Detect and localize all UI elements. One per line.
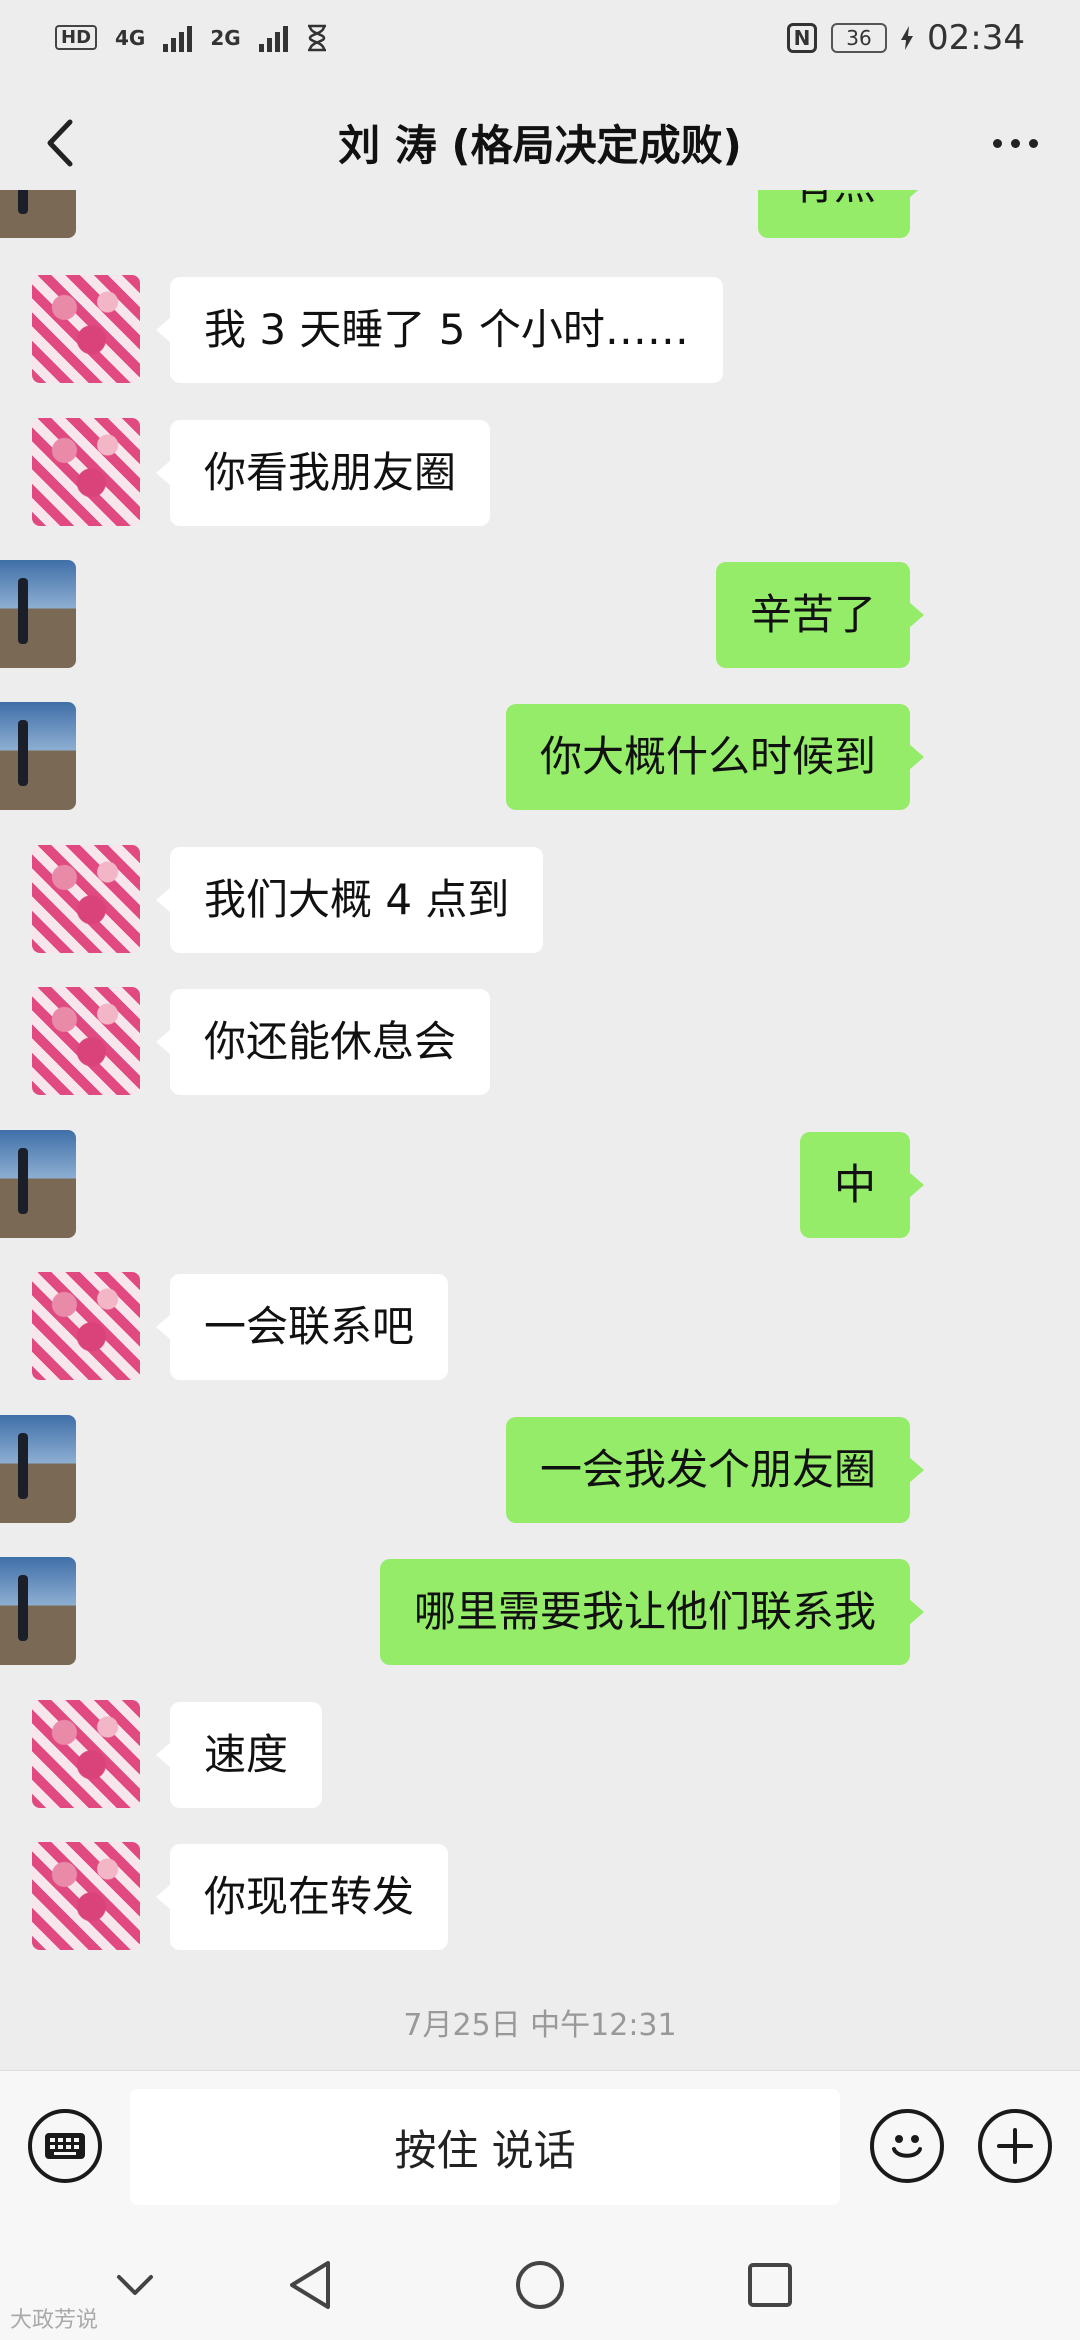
chat-title: 刘 涛 (格局决定成败): [338, 121, 742, 170]
more-dots-icon: [992, 138, 1038, 148]
my-avatar[interactable]: [0, 1130, 76, 1238]
message-bubble-contact[interactable]: 我们大概 4 点到: [155, 847, 544, 953]
network-2g-label: 2G: [210, 25, 241, 50]
nav-back-button[interactable]: [280, 2255, 340, 2315]
my-avatar[interactable]: [0, 190, 76, 238]
my-avatar[interactable]: [0, 1557, 76, 1665]
message-row: 我们大概 4 点到: [0, 845, 1080, 955]
contact-avatar[interactable]: [32, 987, 140, 1095]
signal-icon: [163, 24, 193, 52]
status-right: N 36 02:34: [787, 18, 1025, 58]
message-bubble-own[interactable]: 哪里需要我让他们联系我: [379, 1559, 925, 1665]
nav-recents-button[interactable]: [740, 2255, 800, 2315]
battery-icon: 36: [831, 22, 888, 53]
message-row: 你现在转发: [0, 1842, 1080, 1952]
system-nav-bar: 大政芳说: [0, 2230, 1080, 2340]
message-bubble-contact[interactable]: 我 3 天睡了 5 个小时……: [156, 277, 723, 383]
message-bubble-contact[interactable]: 你看我朋友圈: [155, 420, 491, 526]
nav-home-icon: [516, 2261, 564, 2309]
message-bubble-own[interactable]: 中: [799, 1132, 925, 1238]
contact-avatar[interactable]: [32, 1700, 140, 1808]
network-4g-label: 4G: [115, 25, 146, 50]
message-bubble-own[interactable]: 有点: [757, 190, 925, 238]
more-button[interactable]: [980, 113, 1050, 173]
nav-home-button[interactable]: [510, 2255, 570, 2315]
charging-icon: [901, 25, 914, 50]
message-row: 你大概什么时候到: [0, 702, 1080, 812]
signal-icon-2: [258, 24, 288, 52]
message-row: 速度: [0, 1700, 1080, 1810]
contact-avatar[interactable]: [32, 1272, 140, 1380]
message-bubble-contact[interactable]: 你现在转发: [155, 1844, 449, 1950]
message-row: 我 3 天睡了 5 个小时……: [0, 275, 1080, 385]
message-bubble-own[interactable]: 你大概什么时候到: [505, 704, 925, 810]
contact-avatar[interactable]: [32, 275, 140, 383]
back-arrow-icon: [47, 119, 73, 167]
keyboard-toggle-button[interactable]: [28, 2109, 102, 2183]
my-avatar[interactable]: [0, 1415, 76, 1523]
plus-icon: [997, 2128, 1033, 2164]
message-bubble-contact[interactable]: 你还能休息会: [155, 989, 491, 1095]
nav-recents-icon: [748, 2263, 792, 2307]
message-bubble-contact[interactable]: 速度: [155, 1702, 323, 1808]
message-row: 你看我朋友圈: [0, 418, 1080, 528]
message-timestamp: 7月25日 中午12:31: [403, 2008, 677, 2043]
message-bubble-own[interactable]: 辛苦了: [715, 562, 925, 668]
nav-down-button[interactable]: [105, 2255, 165, 2315]
message-row: 哪里需要我让他们联系我: [0, 1557, 1080, 1667]
input-bar: 按住 说话: [0, 2070, 1080, 2230]
hd-badge: HD: [55, 25, 98, 50]
back-button[interactable]: [30, 113, 90, 173]
message-bubble-contact[interactable]: 一会联系吧: [155, 1274, 449, 1380]
status-left: HD 4G 2G: [55, 24, 328, 52]
emoji-button[interactable]: [870, 2109, 944, 2183]
chat-message-list[interactable]: 有点 我 3 天睡了 5 个小时…… 你看我朋友圈 辛苦了 你大概什么时候到 我…: [0, 190, 1080, 2070]
status-bar: HD 4G 2G N 36 02:34: [0, 0, 1080, 75]
message-row: 一会联系吧: [0, 1272, 1080, 1382]
my-avatar[interactable]: [0, 560, 76, 668]
message-row: 一会我发个朋友圈: [0, 1415, 1080, 1525]
emoji-icon: [892, 2135, 922, 2158]
hold-to-talk-button[interactable]: 按住 说话: [130, 2089, 840, 2205]
my-avatar[interactable]: [0, 702, 76, 810]
clock: 02:34: [927, 17, 1025, 58]
nav-back-icon: [290, 2261, 330, 2309]
keyboard-icon: [45, 2133, 85, 2159]
contact-avatar[interactable]: [32, 1842, 140, 1950]
message-row: 中: [0, 1130, 1080, 1240]
message-row: 你还能休息会: [0, 987, 1080, 1097]
contact-avatar[interactable]: [32, 845, 140, 953]
message-bubble-own[interactable]: 一会我发个朋友圈: [505, 1417, 925, 1523]
watermark: 大政芳说: [10, 2308, 99, 2333]
nav-down-icon: [117, 2275, 153, 2295]
hourglass-icon: [307, 24, 326, 51]
more-actions-button[interactable]: [978, 2109, 1052, 2183]
contact-avatar[interactable]: [32, 418, 140, 526]
message-row: 辛苦了: [0, 560, 1080, 670]
message-row: 有点: [0, 190, 1080, 240]
nfc-icon: N: [787, 22, 818, 53]
